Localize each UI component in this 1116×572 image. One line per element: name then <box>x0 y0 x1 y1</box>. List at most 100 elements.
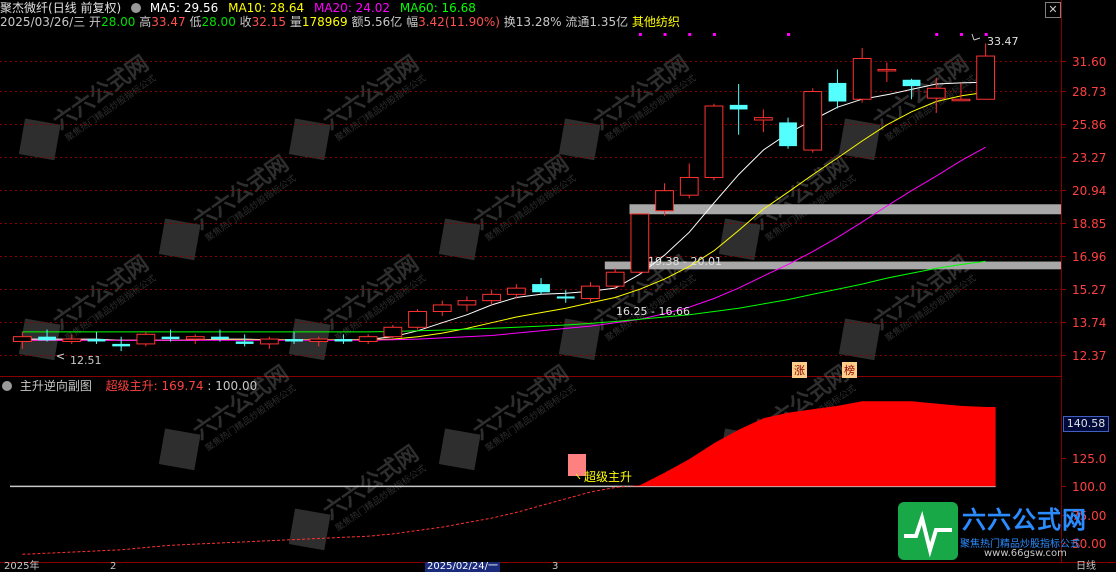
candle-body <box>161 336 180 340</box>
candle <box>753 109 773 133</box>
candle <box>704 103 724 181</box>
watermark-logo-icon <box>838 318 881 361</box>
super-rise-marker: 超级主升 <box>568 454 632 484</box>
signal-dot <box>959 33 963 36</box>
candle-body <box>581 285 600 300</box>
watermark-tile: 六六公式网聚焦热门精品炒股指标公式 <box>158 361 298 471</box>
open-label: 开 <box>89 15 102 29</box>
candle-body <box>235 341 254 344</box>
signal-dot <box>663 33 667 36</box>
watermark-logo-icon <box>438 428 481 471</box>
sector-link[interactable]: 其他纺织 <box>632 15 680 29</box>
high-price-marker: 33.47 <box>971 33 1019 48</box>
price-tick-label: 12.37 <box>1072 348 1107 363</box>
candle <box>729 83 748 135</box>
price-tick-label: 16.96 <box>1072 249 1107 264</box>
open-value: 28.00 <box>101 15 136 29</box>
candle-body <box>753 117 773 121</box>
candle <box>87 331 106 344</box>
price-tick-label: 13.74 <box>1072 315 1107 330</box>
candle-body <box>951 98 971 102</box>
candle-body <box>62 338 82 342</box>
candle <box>605 268 625 289</box>
candle <box>779 117 797 149</box>
candle-body <box>926 87 946 99</box>
high-value: 33.47 <box>151 15 186 29</box>
candle-body <box>902 79 921 87</box>
ranking-badge[interactable]: 榜 <box>842 362 857 378</box>
signal-dot <box>688 33 692 36</box>
candle-body <box>506 287 526 295</box>
period-selector[interactable]: 日线 <box>1076 561 1096 572</box>
indicator-value: 169.74 <box>161 379 204 393</box>
watermark-tile: 六六公式网聚焦热门精品炒股指标公式 <box>438 361 578 471</box>
candle <box>581 282 600 303</box>
change-label: 幅 <box>406 15 419 29</box>
candle-body <box>38 336 56 341</box>
candle <box>185 334 205 344</box>
stock-header: 聚杰微纤(日线 前复权) MA5: 29.56 MA10: 28.64 MA20… <box>0 1 482 15</box>
candle-body <box>803 91 823 151</box>
candle-body <box>358 336 378 342</box>
candle-body <box>87 339 106 342</box>
candle <box>161 329 180 342</box>
candle-body <box>112 343 131 347</box>
watermark-tile: 六六公式网聚焦热门精品炒股指标公式 <box>158 151 298 261</box>
candle <box>457 296 477 312</box>
candle <box>112 336 131 352</box>
quote-date: 2025/03/26/三 <box>0 15 86 29</box>
signal-dot <box>638 33 642 36</box>
stock-name[interactable]: 聚杰微纤 <box>0 1 48 15</box>
price-tick-label: 25.86 <box>1072 117 1107 132</box>
candle-body <box>211 336 229 340</box>
signal-dot <box>787 33 791 36</box>
price-tick-label: 15.27 <box>1072 282 1107 297</box>
close-icon[interactable]: ✕ <box>1045 2 1061 18</box>
ma60-label: MA60: 16.68 <box>399 1 476 15</box>
candle <box>630 213 650 275</box>
price-tick-label: 28.73 <box>1072 84 1107 99</box>
watermark-tile: 六六公式网聚焦热门精品炒股指标公式 <box>288 51 428 161</box>
candle-body <box>729 104 748 110</box>
candle <box>358 334 378 344</box>
sub-panel-title[interactable]: 主升逆向副图 <box>20 379 92 393</box>
x-label-month-2: 2 <box>110 561 117 572</box>
watermark-tile: 六六公式网聚焦热门精品炒股指标公式 <box>288 251 428 361</box>
candle-body <box>877 68 897 72</box>
price-tick-label: 18.85 <box>1072 216 1107 231</box>
quote-info-line: 2025/03/26/三 开28.00 高33.47 低28.00 收32.15… <box>0 15 680 29</box>
candle <box>259 336 279 349</box>
x-label-month-3: 3 <box>552 561 559 572</box>
price-tick-label: 23.27 <box>1072 150 1107 165</box>
period-mode[interactable]: (日线 前复权) <box>48 1 121 15</box>
candle <box>877 62 897 82</box>
candle-body <box>285 339 303 342</box>
ma20-label: MA20: 24.02 <box>313 1 391 15</box>
zone-upper-label: 19.38 - 20.01 <box>648 255 722 268</box>
candle-body <box>408 310 427 328</box>
super-rise-area <box>627 401 996 487</box>
watermark-tile: 六六公式网聚焦热门精品炒股指标公式 <box>438 151 578 261</box>
candle-body <box>779 122 797 147</box>
watermark-tile: 六六公式网聚焦热门精品炒股指标公式 <box>288 441 428 551</box>
candle <box>136 331 156 347</box>
low-label: 低 <box>189 15 202 29</box>
brand-url: www.66gsw.com <box>984 548 1067 559</box>
candle-body <box>309 338 329 342</box>
sub-panel-header: 主升逆向副图 超级主升: 169.74 : 100.00 <box>0 379 257 393</box>
candle-body <box>185 336 205 340</box>
sub-tick-label: 100.0 <box>1072 479 1107 494</box>
candle-body <box>605 271 625 287</box>
float-cap-value: 流通1.35亿 <box>565 15 629 29</box>
volume-value: 178969 <box>301 15 348 29</box>
watermark-tile: 六六公式网聚焦热门精品炒股指标公式 <box>18 51 158 161</box>
sub-current-value: 140.58 <box>1063 416 1109 432</box>
candle-body <box>704 105 724 178</box>
watermark-logo-icon <box>718 218 761 261</box>
candle <box>679 163 699 199</box>
indicator-label: 超级主升: <box>105 379 158 393</box>
settings-icon[interactable] <box>131 3 142 13</box>
candle-body <box>679 176 699 196</box>
sub-panel-settings-icon[interactable] <box>2 381 12 391</box>
limit-up-badge[interactable]: 涨 <box>792 362 807 378</box>
